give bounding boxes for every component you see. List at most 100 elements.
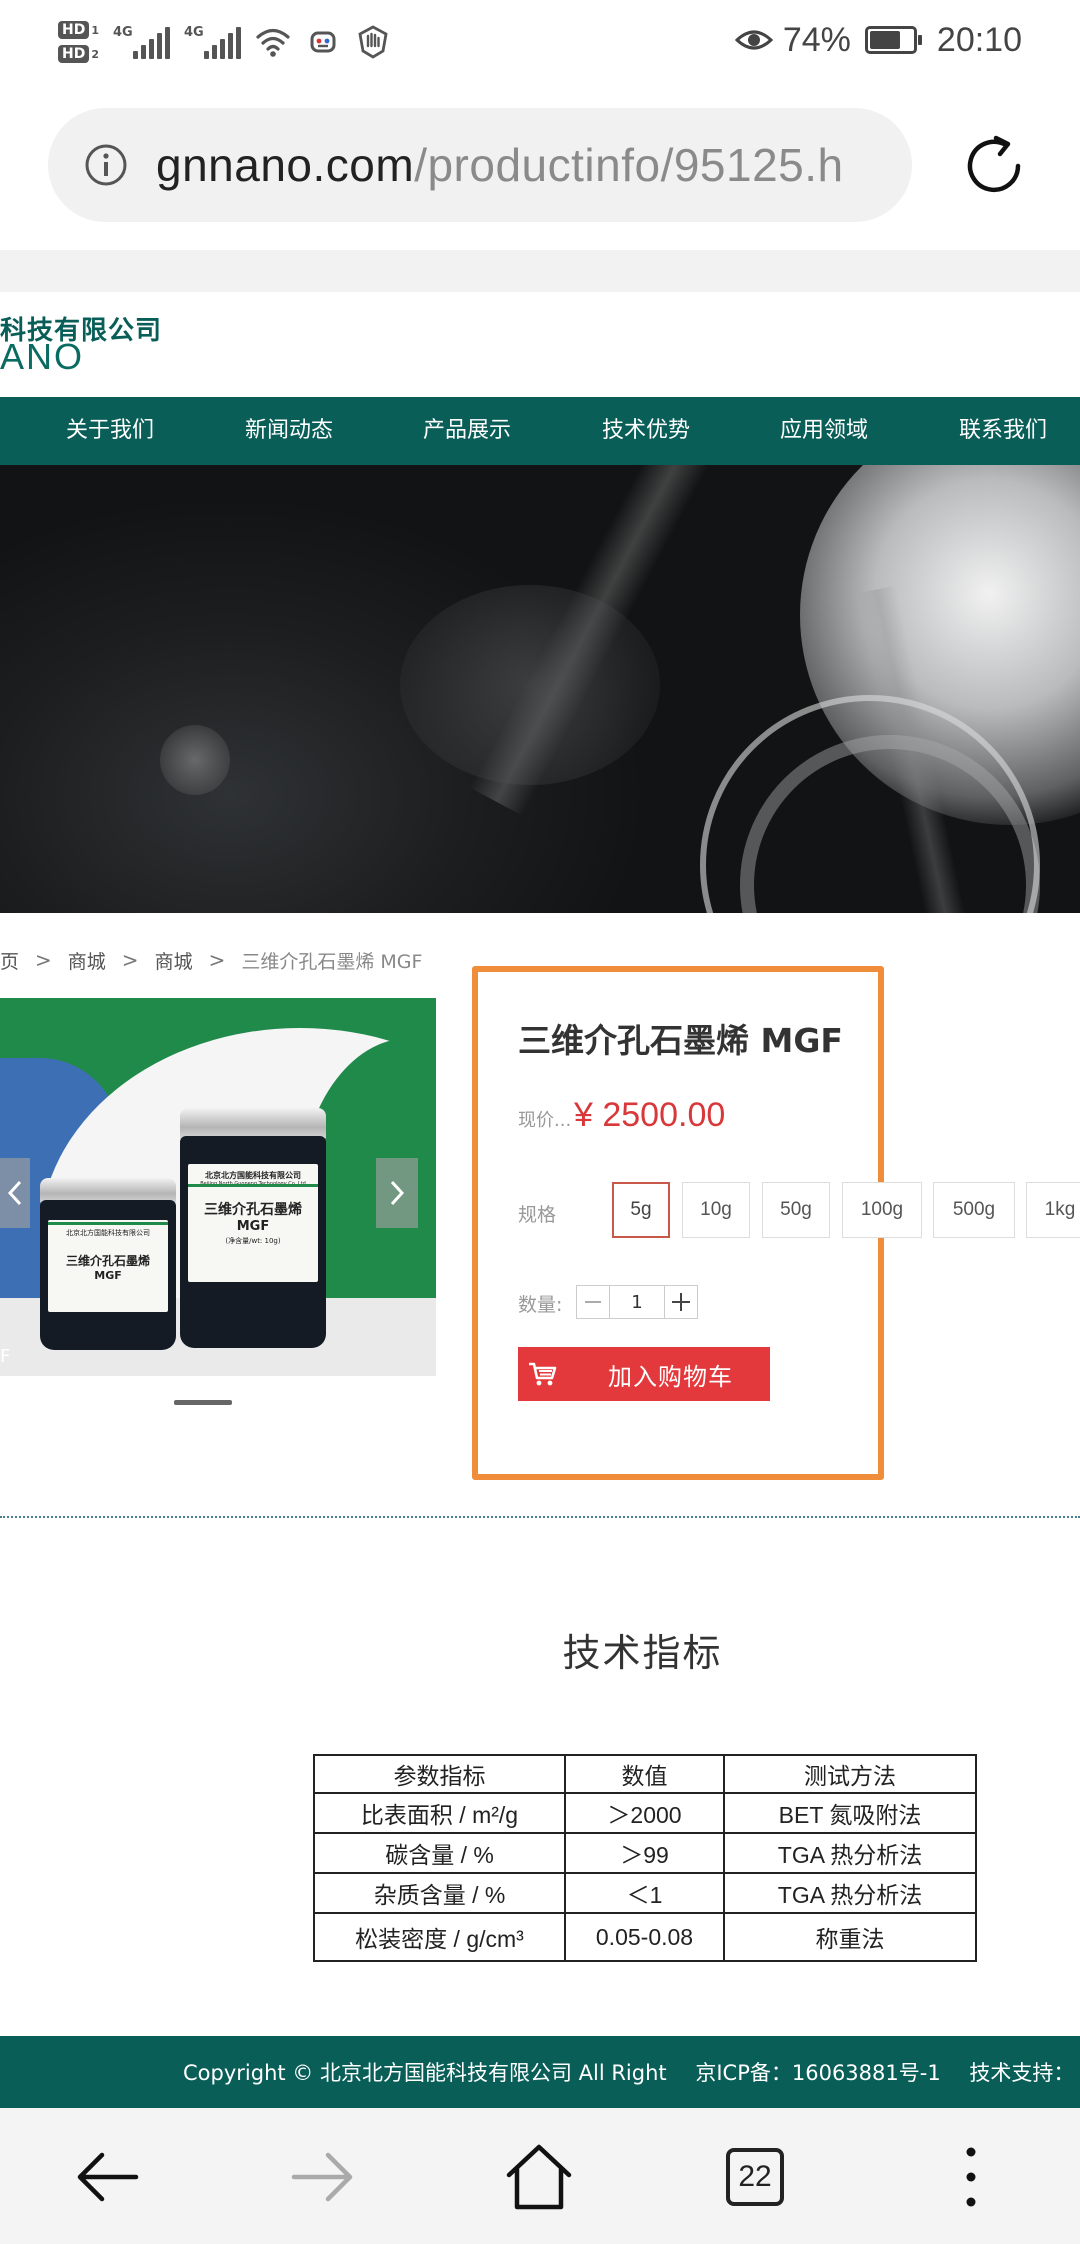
section-divider [0, 1516, 1080, 1518]
jar-label: 北京北方国能科技有限公司 Beijing North Guoneng Techn… [188, 1164, 318, 1282]
table-cell-method: 称重法 [723, 1912, 977, 1962]
hero-banner [0, 465, 1080, 913]
nav-item-contact[interactable]: 联系我们 [959, 397, 1047, 465]
gallery-pagination-indicator[interactable] [174, 1400, 232, 1405]
footer-copyright: Copyright © 北京北方国能科技有限公司 All Right [183, 2061, 667, 2085]
status-bar-left: HD 1 HD 2 4G 4G [58, 12, 391, 72]
tech-specs-heading: 技术指标 [562, 1631, 723, 1675]
battery-fill [869, 31, 900, 49]
table-cell-method: TGA 热分析法 [723, 1872, 977, 1914]
clock: 20:10 [936, 20, 1022, 59]
breadcrumb-current: 三维介孔石墨烯 MGF [241, 950, 423, 973]
table-cell-param: 松装密度 / g/cm³ [313, 1912, 566, 1962]
home-icon [506, 2144, 572, 2210]
nav-item-about[interactable]: 关于我们 [66, 397, 154, 465]
jar-label-company: 北京北方国能科技有限公司 [66, 1229, 150, 1237]
product-image-gallery[interactable]: 北京北方国能科技有限公司 三维介孔石墨烯 MGF 北京北方国能科技有限公司 Be… [0, 998, 436, 1376]
nav-item-news[interactable]: 新闻动态 [245, 397, 333, 465]
table-cell-value: 0.05-0.08 [564, 1912, 725, 1962]
site-logo-mark[interactable]: ANO [0, 336, 84, 378]
quantity-decrement-button[interactable] [576, 1285, 610, 1319]
breadcrumb: 页 > 商城 > 商城 > 三维介孔石墨烯 MGF [0, 944, 422, 976]
jar-label-name: 三维介孔石墨烯 [204, 1202, 302, 1218]
forward-arrow-icon [291, 2152, 353, 2202]
breadcrumb-separator: > [121, 948, 139, 972]
footer-text: Copyright © 北京北方国能科技有限公司 All Right 京ICP备… [183, 2036, 1080, 2108]
nav-item-applications[interactable]: 应用领域 [780, 397, 868, 465]
spec-label: 规格 [518, 1204, 557, 1226]
chevron-right-icon [390, 1180, 405, 1206]
info-icon[interactable] [84, 143, 128, 187]
spec-option-50g[interactable]: 50g [762, 1182, 830, 1238]
table-cell-value: ＞99 [564, 1832, 725, 1874]
tech-specs-table: 参数指标 数值 测试方法 比表面积 / m²/g ＞2000 BET 氮吸附法 … [313, 1754, 977, 1962]
spec-option-1kg[interactable]: 1kg [1026, 1182, 1080, 1238]
sim1-index: 1 [91, 23, 99, 37]
banner-decor [400, 585, 660, 785]
add-to-cart-label: 加入购物车 [608, 1362, 733, 1391]
url-field[interactable]: gnnano.com/productinfo/95125.h [48, 108, 912, 222]
back-button[interactable] [62, 2132, 152, 2222]
reload-icon[interactable] [956, 128, 1032, 204]
spec-option-500g[interactable]: 500g [933, 1182, 1015, 1238]
breadcrumb-mall[interactable]: 商城 [155, 947, 193, 974]
sim2-hd-badge: HD [58, 45, 90, 63]
nav-item-products[interactable]: 产品展示 [423, 397, 511, 465]
url-text[interactable]: gnnano.com/productinfo/95125.h [156, 138, 844, 192]
table-cell-value: ＜1 [564, 1872, 725, 1914]
eye-icon [734, 30, 773, 50]
jar-label-code: MGF [236, 1219, 270, 1234]
breadcrumb-mall[interactable]: 商城 [68, 947, 106, 974]
table-cell-param: 比表面积 / m²/g [313, 1792, 566, 1834]
page-top-strip [0, 250, 1080, 292]
product-jar-small: 北京北方国能科技有限公司 三维介孔石墨烯 MGF [40, 1178, 176, 1350]
forward-button[interactable] [278, 2132, 368, 2222]
address-bar: gnnano.com/productinfo/95125.h [0, 80, 1080, 250]
main-nav: 关于我们 新闻动态 产品展示 技术优势 应用领域 联系我们 [0, 397, 1080, 465]
gallery-caption: F [0, 1346, 11, 1367]
jar-label-band [188, 1184, 318, 1187]
back-arrow-icon [77, 2152, 139, 2202]
footer-icp-link[interactable]: 京ICP备：16063881号-1 [695, 2061, 940, 2085]
spec-option-10g[interactable]: 10g [682, 1182, 750, 1238]
quantity-input[interactable]: 1 [610, 1285, 664, 1319]
url-host: gnnano.com [156, 139, 415, 191]
breadcrumb-home[interactable]: 页 [0, 947, 19, 974]
table-row: 松装密度 / g/cm³ 0.05-0.08 称重法 [313, 1912, 977, 1962]
nav-item-technology[interactable]: 技术优势 [602, 397, 690, 465]
quantity-label: 数量: [518, 1294, 563, 1316]
network1-label: 4G [113, 25, 133, 40]
gallery-prev-button[interactable] [0, 1158, 30, 1228]
browser-bottom-nav: 22 [0, 2108, 1080, 2244]
home-button[interactable] [494, 2132, 584, 2222]
tabs-icon: 22 [726, 2148, 784, 2206]
sim1-indicator: HD 1 [58, 21, 99, 39]
url-path: /productinfo/95125.h [414, 139, 844, 191]
add-to-cart-button[interactable]: 加入购物车 [518, 1347, 770, 1401]
more-menu-button[interactable] [926, 2132, 1016, 2222]
quantity-increment-button[interactable] [664, 1285, 698, 1319]
table-header-row: 参数指标 数值 测试方法 [313, 1754, 977, 1794]
table-row: 碳含量 / % ＞99 TGA 热分析法 [313, 1832, 977, 1874]
jar-label-company: 北京北方国能科技有限公司 [205, 1171, 301, 1180]
banner-decor [160, 725, 230, 795]
table-cell-param: 碳含量 / % [313, 1832, 566, 1874]
more-vertical-icon [966, 2147, 976, 2207]
product-jar-large: 北京北方国能科技有限公司 Beijing North Guoneng Techn… [180, 1108, 326, 1348]
battery-percent: 74% [782, 20, 851, 59]
tabs-button[interactable]: 22 [710, 2132, 800, 2222]
price-label: 现价... [518, 1110, 572, 1131]
table-header-cell: 参数指标 [313, 1754, 566, 1794]
signal-icon: 4G [113, 25, 170, 59]
spec-option-5g[interactable]: 5g [612, 1182, 670, 1238]
wifi-icon [256, 28, 290, 57]
gallery-next-button[interactable] [376, 1158, 418, 1228]
minus-icon [585, 1301, 601, 1303]
jar-label-band [48, 1222, 168, 1225]
sim-indicators: HD 1 HD 2 [58, 21, 99, 63]
status-bar: HD 1 HD 2 4G 4G 74% 20:10 [0, 0, 1080, 80]
status-bar-right: 74% 20:10 [734, 14, 1022, 66]
plus-icon [672, 1293, 690, 1311]
signal-icon: 4G [184, 25, 241, 59]
spec-option-100g[interactable]: 100g [842, 1182, 922, 1238]
